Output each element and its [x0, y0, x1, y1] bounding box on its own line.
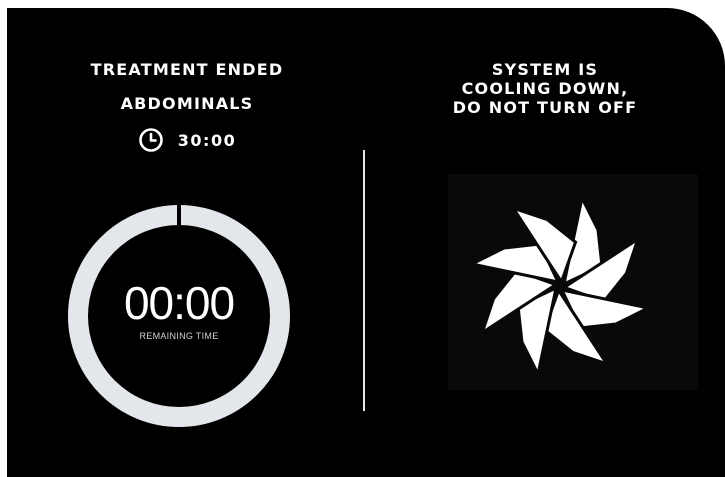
system-message-line-1: SYSTEM IS — [491, 60, 599, 79]
snowflake-icon — [467, 193, 653, 379]
cooling-indicator — [448, 174, 698, 390]
clock-icon — [138, 128, 163, 152]
duration-value: 30:00 — [177, 130, 237, 150]
panel-divider — [363, 150, 365, 411]
remaining-time-label: REMAINING TIME — [139, 331, 219, 341]
system-cooling-message: SYSTEM IS COOLING DOWN, DO NOT TURN OFF — [365, 60, 725, 117]
treatment-status-title: TREATMENT ENDED — [90, 60, 284, 79]
treatment-area-label: ABDOMINALS — [120, 94, 254, 113]
treatment-screen: TREATMENT ENDED ABDOMINALS 30:00 00:00 R… — [7, 8, 725, 477]
treatment-duration: 30:00 — [7, 127, 367, 153]
system-message-line-2: COOLING DOWN, — [461, 79, 629, 98]
remaining-time-value: 00:00 — [123, 277, 235, 329]
system-message-line-3: DO NOT TURN OFF — [452, 98, 638, 117]
remaining-time-ring: 00:00 REMAINING TIME — [67, 204, 291, 428]
